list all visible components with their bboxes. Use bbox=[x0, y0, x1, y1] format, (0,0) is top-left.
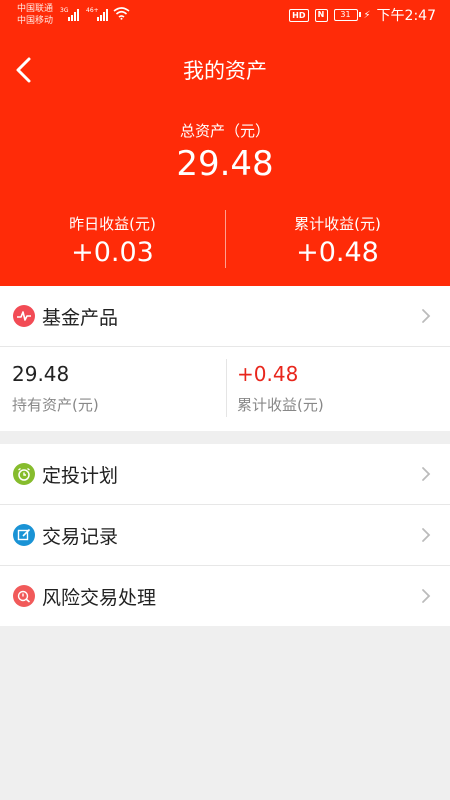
chevron-right-icon bbox=[422, 589, 431, 603]
stats-divider bbox=[226, 359, 227, 417]
cumulative-earnings-label: 累计收益(元) bbox=[294, 215, 381, 233]
asset-header: 中国联通 中国移动 3G 46+ HD N 31 ⚡ 下午2:47 我的资产 总… bbox=[0, 0, 450, 286]
carrier-names: 中国联通 中国移动 bbox=[17, 3, 53, 27]
menu-item-label: 风险交易处理 bbox=[42, 586, 157, 609]
total-assets-value: 29.48 bbox=[176, 144, 274, 184]
menu-item-risk-handling[interactable]: 风险交易处理 bbox=[0, 566, 450, 626]
status-bar: 中国联通 中国移动 3G 46+ HD N 31 ⚡ 下午2:47 bbox=[0, 0, 450, 32]
menu-item-investment-plan[interactable]: 定投计划 bbox=[0, 444, 450, 504]
yesterday-earnings-label: 昨日收益(元) bbox=[69, 215, 156, 233]
status-time: 下午2:47 bbox=[376, 8, 436, 24]
cumulative-earnings-value: +0.48 bbox=[296, 237, 379, 268]
yesterday-earnings-value: +0.03 bbox=[71, 237, 154, 268]
hd-icon: HD bbox=[289, 8, 309, 22]
edit-icon bbox=[13, 524, 35, 546]
fund-cumulative-label: 累计收益(元) bbox=[237, 396, 324, 414]
holding-assets-value: 29.48 bbox=[12, 362, 70, 386]
fund-stats: 29.48 持有资产(元) +0.48 累计收益(元) bbox=[0, 347, 450, 431]
page-title: 我的资产 bbox=[183, 59, 267, 83]
holding-assets: 29.48 持有资产(元) bbox=[0, 347, 225, 431]
signal-icon-2 bbox=[97, 9, 108, 21]
fund-cumulative-value: +0.48 bbox=[237, 362, 299, 386]
holding-assets-label: 持有资产(元) bbox=[12, 396, 99, 414]
wifi-icon bbox=[113, 7, 130, 20]
signal-icon bbox=[68, 9, 79, 21]
menu-item-label: 定投计划 bbox=[42, 464, 119, 487]
fund-card: 基金产品 29.48 持有资产(元) +0.48 累计收益(元) bbox=[0, 286, 450, 431]
chevron-right-icon bbox=[422, 309, 431, 323]
total-assets-label: 总资产（元） bbox=[179, 122, 270, 140]
menu-item-transactions[interactable]: 交易记录 bbox=[0, 505, 450, 565]
risk-icon bbox=[13, 585, 35, 607]
charging-icon: ⚡ bbox=[363, 9, 371, 21]
fund-cumulative: +0.48 累计收益(元) bbox=[225, 347, 450, 431]
cumulative-earnings: 累计收益(元) +0.48 bbox=[225, 210, 450, 268]
alarm-clock-icon bbox=[13, 463, 35, 485]
fund-products-row[interactable]: 基金产品 bbox=[0, 286, 450, 346]
fund-products-label: 基金产品 bbox=[42, 306, 119, 329]
pulse-icon bbox=[13, 305, 35, 327]
carrier-1: 中国联通 bbox=[17, 4, 54, 14]
yesterday-earnings: 昨日收益(元) +0.03 bbox=[0, 210, 225, 268]
chevron-right-icon bbox=[422, 467, 431, 481]
menu-item-label: 交易记录 bbox=[42, 525, 119, 548]
carrier-2: 中国移动 bbox=[17, 16, 54, 26]
battery-icon: 31 bbox=[333, 9, 361, 21]
chevron-right-icon bbox=[422, 528, 431, 542]
nfc-icon: N bbox=[314, 8, 328, 22]
menu-card: 定投计划 交易记录 风险交易处理 bbox=[0, 444, 450, 626]
